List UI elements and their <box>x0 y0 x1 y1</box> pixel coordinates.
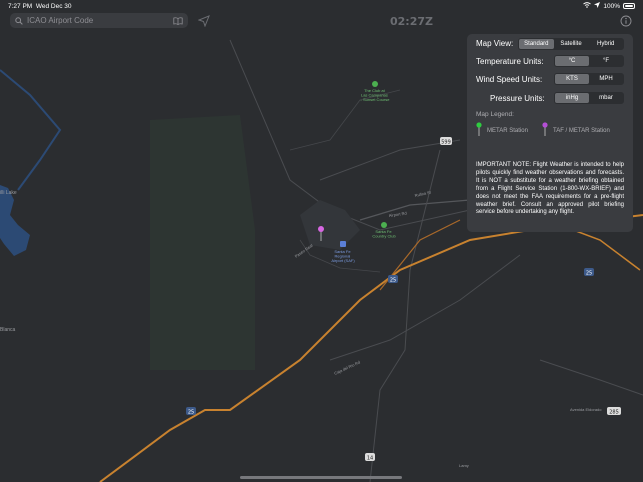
map-view-hybrid-option[interactable]: Hybrid <box>588 39 623 49</box>
shield-i25-mid: 25 <box>388 275 398 284</box>
navigation-arrow-icon <box>197 14 210 31</box>
status-time: 7:27 PM <box>8 3 33 10</box>
status-date: Wed Dec 30 <box>35 3 72 10</box>
taf-metar-legend-label: TAF / METAR Station <box>553 128 610 134</box>
book-icon[interactable] <box>173 12 183 30</box>
status-time-date: 7:27 PM Wed Dec 30 <box>8 3 72 10</box>
temperature-fahrenheit-option[interactable]: °F <box>589 56 623 66</box>
pressure-mbar-option[interactable]: mbar <box>589 93 623 103</box>
locate-me-button[interactable] <box>197 14 210 32</box>
svg-text:25: 25 <box>586 271 592 277</box>
airport-code-input[interactable] <box>23 14 173 27</box>
status-indicators: 100% <box>583 2 635 10</box>
metar-legend-label: METAR Station <box>487 128 528 134</box>
country-club-poi[interactable] <box>381 222 387 228</box>
park-area <box>150 115 255 370</box>
status-bar: 7:27 PM Wed Dec 30 100% <box>0 0 643 12</box>
golf-label-line: - Sunset Course <box>361 97 391 102</box>
svg-text:14: 14 <box>367 456 373 462</box>
lamy-label: Lamy <box>459 463 469 468</box>
app-screen: 25 25 25 285 599 14 The Club at Las Camp… <box>0 0 643 482</box>
shield-us285: 285 <box>607 407 621 416</box>
wind-speed-units-label: Wind Speed Units: <box>476 75 543 84</box>
map-view-satellite-option[interactable]: Satellite <box>554 39 589 49</box>
svg-text:25: 25 <box>188 410 194 416</box>
map-view-standard-option[interactable]: Standard <box>519 39 554 49</box>
wind-kts-option[interactable]: KTS <box>555 74 589 84</box>
shield-14: 14 <box>365 453 375 462</box>
lake-label: illi Lake <box>0 190 17 196</box>
shield-i25-east: 25 <box>584 268 594 277</box>
map-view-label: Map View: <box>476 39 514 48</box>
shield-599: 599 <box>440 137 452 146</box>
golf-course-poi[interactable] <box>372 81 378 87</box>
map-view-segmented-control: Standard Satellite Hybrid <box>518 38 624 50</box>
taf-metar-pin-icon <box>542 122 548 141</box>
info-icon <box>620 14 632 31</box>
settings-panel: Map View: Standard Satellite Hybrid Temp… <box>467 34 633 232</box>
battery-percent: 100% <box>603 2 620 10</box>
pressure-units-segmented-control: inHg mbar <box>554 92 624 104</box>
pressure-units-label: Pressure Units: <box>490 94 545 103</box>
blanca-label: Blanca <box>0 327 16 333</box>
svg-text:285: 285 <box>609 410 619 416</box>
location-icon <box>594 2 601 10</box>
shield-i25-west: 25 <box>186 407 196 416</box>
info-button[interactable] <box>620 14 632 32</box>
home-indicator[interactable] <box>240 476 402 479</box>
wind-speed-units-segmented-control: KTS MPH <box>554 73 624 85</box>
avenida-label: Avenida Eldorado <box>570 407 602 412</box>
svg-text:599: 599 <box>441 140 451 146</box>
svg-text:25: 25 <box>390 278 396 284</box>
wind-mph-option[interactable]: MPH <box>589 74 623 84</box>
zulu-clock: 02:27Z <box>390 15 433 28</box>
battery-icon <box>623 3 635 9</box>
map-legend-title: Map Legend: <box>476 111 514 118</box>
temperature-units-segmented-control: °C °F <box>554 55 624 67</box>
search-bar[interactable] <box>10 13 188 28</box>
golf-course-label: The Club at Las Campanas - Sunset Course <box>361 88 391 102</box>
important-note: IMPORTANT NOTE: Flight Weather is intend… <box>476 162 624 216</box>
wifi-icon <box>583 2 592 10</box>
airport-poi[interactable] <box>340 241 346 247</box>
temperature-units-label: Temperature Units: <box>476 57 544 66</box>
metar-pin-icon <box>476 122 482 141</box>
search-icon <box>15 12 23 30</box>
pressure-inhg-option[interactable]: inHg <box>555 93 589 103</box>
temperature-celsius-option[interactable]: °C <box>555 56 589 66</box>
